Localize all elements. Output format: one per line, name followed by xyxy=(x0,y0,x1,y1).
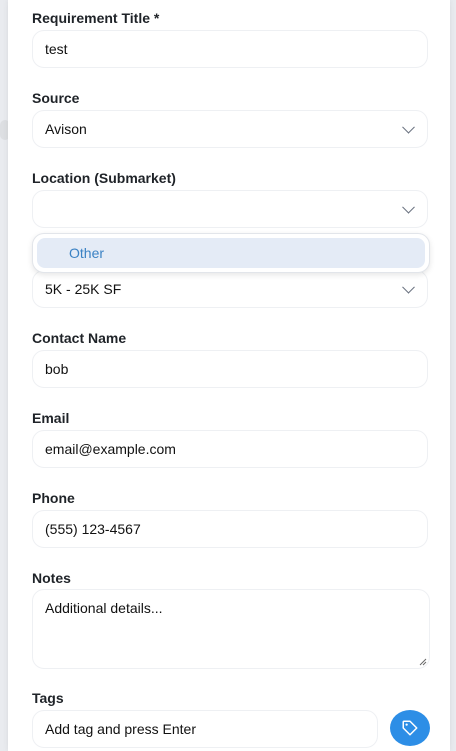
location-label: Location (Submarket) xyxy=(32,170,176,186)
notes-textarea[interactable]: Additional details... xyxy=(32,589,430,669)
email-input[interactable]: email@example.com xyxy=(32,430,428,468)
requirement-title-value: test xyxy=(45,41,68,57)
phone-label: Phone xyxy=(32,490,75,506)
tags-label: Tags xyxy=(32,690,64,706)
source-select[interactable]: Avison xyxy=(32,110,428,148)
source-value: Avison xyxy=(45,121,87,137)
notes-label: Notes xyxy=(32,570,71,586)
chevron-down-icon xyxy=(402,120,415,134)
email-label: Email xyxy=(32,410,70,426)
location-dropdown: Other xyxy=(32,233,430,273)
location-select[interactable] xyxy=(32,190,428,228)
phone-value: (555) 123-4567 xyxy=(45,521,141,537)
source-label: Source xyxy=(32,90,80,106)
dropdown-option-other[interactable]: Other xyxy=(37,238,425,268)
chevron-down-icon xyxy=(402,200,415,214)
contact-name-input[interactable]: bob xyxy=(32,350,428,388)
tags-input[interactable]: Add tag and press Enter xyxy=(32,710,378,748)
requirement-title-input[interactable]: test xyxy=(32,30,428,68)
contact-name-value: bob xyxy=(45,361,69,377)
chevron-down-icon xyxy=(402,280,415,294)
size-select[interactable]: 5K - 25K SF xyxy=(32,270,428,308)
size-value: 5K - 25K SF xyxy=(45,281,122,297)
email-value: email@example.com xyxy=(45,441,176,457)
dropdown-option-label: Other xyxy=(69,245,105,261)
phone-input[interactable]: (555) 123-4567 xyxy=(32,510,428,548)
requirement-title-label: Requirement Title * xyxy=(32,10,160,26)
notes-value: Additional details... xyxy=(45,600,163,616)
resize-handle-icon[interactable] xyxy=(419,658,427,666)
contact-name-label: Contact Name xyxy=(32,330,127,346)
tag-icon xyxy=(402,720,418,736)
tags-placeholder: Add tag and press Enter xyxy=(45,721,196,737)
add-tag-button[interactable] xyxy=(390,710,430,746)
